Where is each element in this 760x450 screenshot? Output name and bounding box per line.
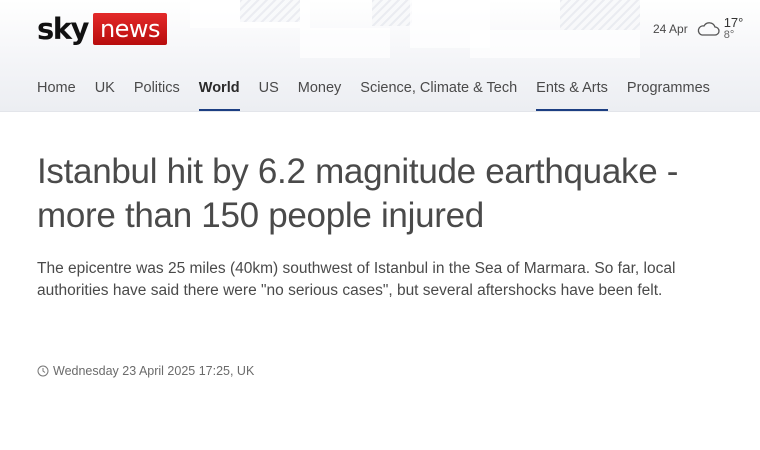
header-decoration [240, 0, 300, 22]
weather-widget[interactable]: 24 Apr 17° 8° [653, 14, 753, 44]
sky-news-logo[interactable]: sky news [37, 12, 168, 46]
nav-uk[interactable]: UK [95, 76, 115, 111]
nav-us[interactable]: US [259, 76, 279, 111]
nav-science-climate-tech[interactable]: Science, Climate & Tech [360, 76, 517, 111]
header-decoration [470, 30, 640, 58]
nav-world[interactable]: World [198, 76, 240, 111]
header-decoration [300, 28, 390, 58]
nav-home[interactable]: Home [37, 76, 76, 111]
article-headline: Istanbul hit by 6.2 magnitude earthquake… [37, 152, 679, 235]
timestamp-text: Wednesday 23 April 2025 17:25, UK [53, 364, 255, 378]
main-navigation: Home UK Politics World US Money Science,… [37, 76, 729, 111]
nav-politics[interactable]: Politics [134, 76, 180, 111]
article-standfirst: The epicentre was 25 miles (40km) southw… [37, 260, 676, 299]
logo-news-badge: news [92, 13, 168, 45]
weather-temperatures: 17° 8° [723, 15, 744, 41]
article-timestamp: Wednesday 23 April 2025 17:25, UK [37, 362, 254, 380]
logo-sky-wordmark: sky [37, 12, 89, 46]
header-decoration [372, 0, 412, 26]
nav-ents-arts[interactable]: Ents & Arts [536, 76, 608, 111]
nav-programmes[interactable]: Programmes [627, 76, 710, 111]
weather-date: 24 Apr [653, 22, 688, 36]
temperature-low: 8° [723, 29, 735, 41]
clock-icon [37, 365, 49, 377]
nav-money[interactable]: Money [298, 76, 342, 111]
header-decoration [560, 0, 640, 30]
cloud-icon [697, 22, 720, 36]
temperature-high: 17° [723, 15, 744, 30]
masthead: sky news 24 Apr 17° 8° Home UK Politics … [0, 0, 760, 112]
